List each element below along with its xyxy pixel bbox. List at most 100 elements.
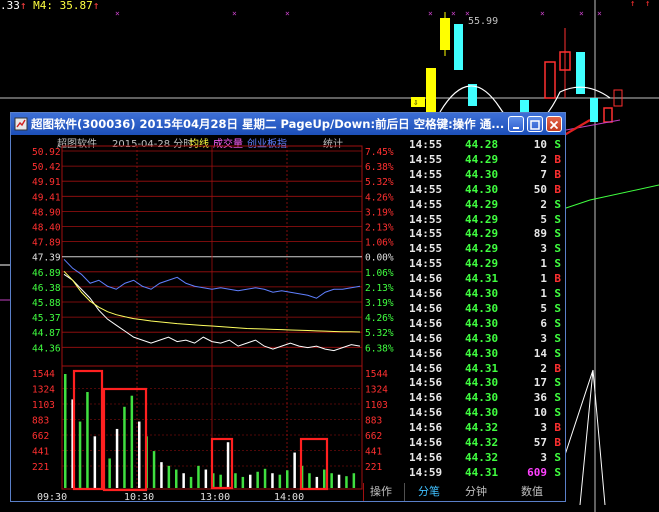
- minimize-button[interactable]: [508, 116, 524, 132]
- trade-volume: 1: [540, 287, 547, 300]
- trade-volume: 5: [540, 212, 547, 226]
- trade-row: 14:56 44.30 10 S: [405, 405, 565, 420]
- trade-price: 44.31: [465, 361, 499, 375]
- bg-right-marks: ↑ ↑: [630, 0, 650, 9]
- trade-row: 14:55 44.29 2 S: [405, 197, 565, 212]
- pct-tick-label: 2.13%: [365, 283, 394, 294]
- minimize-icon: [513, 127, 519, 129]
- trade-price: 44.32: [465, 436, 499, 449]
- pct-tick-label: 4.26%: [365, 313, 394, 324]
- trade-volume: 14: [533, 346, 547, 360]
- close-button[interactable]: [546, 116, 562, 132]
- svg-text:×: ×: [540, 9, 545, 18]
- intraday-popup-window[interactable]: 超图软件(300036) 2015年04月28日 星期二 PageUp/Down…: [10, 112, 566, 502]
- price-tick-label: 46.38: [32, 283, 61, 294]
- svg-text:↑: ↑: [630, 0, 635, 9]
- pct-tick-label: 4.26%: [365, 192, 394, 203]
- trade-price: 44.29: [465, 197, 499, 211]
- volume-tick-label: 221: [32, 462, 49, 473]
- trade-price: 44.30: [465, 331, 499, 345]
- tab-tick[interactable]: 分笔: [409, 485, 449, 499]
- trade-volume: 10: [533, 406, 547, 420]
- bg-price-label: 55.99: [468, 16, 499, 27]
- app-icon: [14, 117, 28, 131]
- volume-bar: [78, 421, 82, 488]
- intraday-chart[interactable]: 50.92 50.42 49.91 49.41 48.90 48.40 47.89 47.39…: [12, 136, 404, 501]
- trade-row: 14:55 44.29 3 S: [405, 241, 565, 256]
- trade-volume: 57: [533, 436, 547, 449]
- volume-bar: [64, 374, 67, 488]
- trade-price: 44.30: [465, 167, 499, 181]
- pct-tick-label: 5.32%: [365, 177, 394, 188]
- close-icon: [549, 120, 559, 130]
- trade-time: 14:56: [409, 272, 443, 286]
- trade-row: 14:56 44.30 3 S: [405, 331, 565, 346]
- trade-row: 14:55 44.29 1 S: [405, 256, 565, 271]
- m4-indicator: M4: 35.87: [33, 0, 93, 12]
- top-info-bar: .33↑ M4: 35.87↑: [0, 0, 99, 12]
- volume-tick-label: 1103: [32, 400, 55, 411]
- trade-volume: 2: [540, 361, 547, 375]
- tab-minute[interactable]: 分钟: [451, 485, 501, 499]
- volume-tick-label-right: 662: [365, 431, 382, 442]
- volume-tick-label-right: 221: [365, 462, 382, 473]
- trade-price: 44.32: [465, 450, 499, 464]
- trade-side: B: [554, 361, 561, 375]
- trade-volume: 6: [540, 316, 547, 330]
- tab-value[interactable]: 数值: [507, 485, 557, 499]
- trade-row: 14:55 44.29 89 S: [405, 226, 565, 241]
- volume-tick-label: 441: [32, 447, 49, 458]
- volume-bar: [93, 436, 97, 488]
- trade-price: 44.29: [465, 242, 499, 256]
- trade-row: 14:56 44.30 17 S: [405, 375, 565, 390]
- trade-price: 44.31: [465, 272, 499, 286]
- trade-row: 14:56 44.32 57 B: [405, 435, 565, 450]
- price-tick-label: 48.90: [32, 207, 61, 218]
- trade-volume: 609: [527, 465, 547, 479]
- tab-operate[interactable]: 操作: [366, 485, 396, 499]
- trade-row: 14:56 44.31 2 B: [405, 361, 565, 376]
- bg-candles: [426, 12, 623, 123]
- trade-row: 14:55 44.30 7 B: [405, 167, 565, 182]
- trade-volume: 10: [533, 138, 547, 151]
- tick-trades-list: 14:55 44.28 10 S 14:55 44.29 2 B 14:55 44.30 7 B 14:…: [405, 136, 565, 486]
- trade-time: 14:55: [409, 197, 443, 211]
- trade-volume: 3: [540, 450, 547, 464]
- svg-text:×: ×: [115, 9, 120, 18]
- trade-side: S: [554, 450, 561, 464]
- svg-text:×: ×: [597, 9, 602, 18]
- pct-tick-label: 6.38%: [365, 162, 394, 173]
- pct-tick-label: 6.38%: [365, 343, 394, 354]
- maximize-button[interactable]: [527, 116, 543, 132]
- volume-tick-label-right: 1103: [365, 400, 388, 411]
- trade-price: 44.30: [465, 346, 499, 360]
- trade-time: 14:55: [409, 138, 443, 151]
- trade-row: 14:56 44.30 5 S: [405, 301, 565, 316]
- up-arrow-icon: ↑: [19, 0, 27, 12]
- trade-side: B: [554, 272, 561, 286]
- trade-time: 14:56: [409, 346, 443, 360]
- trade-time: 14:56: [409, 421, 443, 435]
- svg-text:×: ×: [451, 9, 456, 18]
- volume-tick-label-right: 1324: [365, 385, 388, 396]
- volume-bar: [115, 428, 119, 488]
- window-title: 超图软件(300036) 2015年04月28日 星期二 PageUp/Down…: [31, 117, 505, 131]
- trade-volume: 3: [540, 421, 547, 435]
- svg-text:×: ×: [232, 9, 237, 18]
- trade-row: 14:55 44.29 5 S: [405, 212, 565, 227]
- svg-text:×: ×: [579, 9, 584, 18]
- svg-text:⇩: ⇩: [413, 98, 418, 108]
- price-tick-label: 47.39: [32, 253, 61, 264]
- up-arrow-icon-2: ↑: [92, 0, 100, 12]
- pct-tick-label: 3.19%: [365, 298, 394, 309]
- trade-volume: 3: [540, 331, 547, 345]
- pct-tick-label: 1.06%: [365, 268, 394, 279]
- pct-tick-label: 0.00%: [365, 253, 394, 264]
- trade-time: 14:56: [409, 391, 443, 405]
- trade-time: 14:55: [409, 227, 443, 241]
- trade-side: B: [554, 152, 561, 166]
- title-bar[interactable]: 超图软件(300036) 2015年04月28日 星期二 PageUp/Down…: [11, 113, 565, 135]
- volume-tick-label: 662: [32, 431, 49, 442]
- trade-time: 14:55: [409, 167, 443, 181]
- volume-tick-label: 1324: [32, 385, 55, 396]
